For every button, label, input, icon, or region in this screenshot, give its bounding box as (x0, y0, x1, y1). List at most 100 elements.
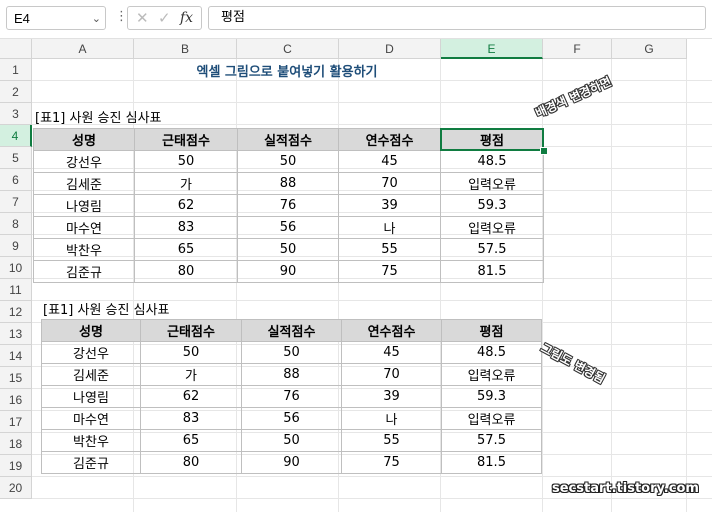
table2-cell[interactable]: 나영림 (41, 385, 141, 408)
row-header-13[interactable]: 13 (0, 323, 32, 345)
row-header-8[interactable]: 8 (0, 213, 32, 235)
table2-cell[interactable]: 45 (341, 341, 442, 364)
table2-header-cell[interactable]: 실적점수 (241, 319, 342, 342)
row-header-2[interactable]: 2 (0, 81, 32, 103)
row-header-7[interactable]: 7 (0, 191, 32, 213)
table2-cell[interactable]: 박찬우 (41, 429, 141, 452)
table2-header-cell[interactable]: 연수점수 (341, 319, 442, 342)
table1-cell[interactable]: 39 (338, 194, 441, 217)
table2-cell[interactable]: 88 (241, 363, 342, 386)
table2-cell[interactable]: 김준규 (41, 451, 141, 474)
check-icon[interactable]: ✓ (158, 9, 171, 27)
table1-header-cell[interactable]: 연수점수 (338, 128, 441, 151)
table1-cell[interactable]: 76 (237, 194, 339, 217)
table1-cell[interactable]: 50 (237, 150, 339, 173)
table2-cell[interactable]: 50 (241, 341, 342, 364)
table1-cell[interactable]: 입력오류 (440, 172, 544, 195)
table2-cell[interactable]: 39 (341, 385, 442, 408)
row-header-20[interactable]: 20 (0, 477, 32, 499)
row-header-1[interactable]: 1 (0, 59, 32, 81)
table1-header-cell[interactable]: 성명 (33, 128, 135, 151)
table2-cell[interactable]: 입력오류 (441, 407, 542, 430)
row-header-17[interactable]: 17 (0, 411, 32, 433)
active-cell-selection[interactable] (440, 128, 544, 151)
table2-cell[interactable]: 80 (140, 451, 242, 474)
table1-cell[interactable]: 가 (134, 172, 238, 195)
row-header-5[interactable]: 5 (0, 147, 32, 169)
row-header-3[interactable]: 3 (0, 103, 32, 125)
table2-header-cell[interactable]: 근태점수 (140, 319, 242, 342)
fill-handle[interactable] (540, 147, 548, 155)
table2-cell[interactable]: 50 (140, 341, 242, 364)
table1-cell[interactable]: 81.5 (440, 260, 544, 283)
table1-cell[interactable]: 65 (134, 238, 238, 261)
table2-cell[interactable]: 김세준 (41, 363, 141, 386)
table2-cell[interactable]: 56 (241, 407, 342, 430)
formula-input[interactable]: 평점 (208, 6, 706, 30)
table2-cell[interactable]: 강선우 (41, 341, 141, 364)
table1-cell[interactable]: 75 (338, 260, 441, 283)
row-header-14[interactable]: 14 (0, 345, 32, 367)
row-header-9[interactable]: 9 (0, 235, 32, 257)
table1-cell[interactable]: 50 (134, 150, 238, 173)
table1-cell[interactable]: 김세준 (33, 172, 135, 195)
table2-cell[interactable]: 가 (140, 363, 242, 386)
column-header-d[interactable]: D (339, 39, 441, 59)
table1-cell[interactable]: 55 (338, 238, 441, 261)
table1-cell[interactable]: 나 (338, 216, 441, 239)
x-icon[interactable]: ✕ (136, 9, 149, 27)
table2-cell[interactable]: 59.3 (441, 385, 542, 408)
table1-cell[interactable]: 57.5 (440, 238, 544, 261)
table1-cell[interactable]: 80 (134, 260, 238, 283)
table1-cell[interactable]: 48.5 (440, 150, 544, 173)
table2-cell[interactable]: 48.5 (441, 341, 542, 364)
table1-cell[interactable]: 나영림 (33, 194, 135, 217)
table1[interactable]: 성명 근태점수 실적점수 연수점수 평점 강선우 50 50 45 48.5 김세준 가 88 70 입력오… (33, 128, 544, 283)
table1-cell[interactable]: 마수연 (33, 216, 135, 239)
table2-cell[interactable]: 입력오류 (441, 363, 542, 386)
table2-cell[interactable]: 50 (241, 429, 342, 452)
chevron-down-icon[interactable]: ⌄ (92, 7, 101, 31)
table2-cell[interactable]: 83 (140, 407, 242, 430)
table1-cell[interactable]: 45 (338, 150, 441, 173)
table2-cell[interactable]: 70 (341, 363, 442, 386)
table2-cell[interactable]: 57.5 (441, 429, 542, 452)
spreadsheet-grid[interactable]: ABCDEFG 1 2 3 4 5 6 7 8 9 10 11 12 13 14 15 16 17 18 19 20 … (0, 39, 712, 512)
row-header-19[interactable]: 19 (0, 455, 32, 477)
select-all-corner[interactable] (0, 39, 32, 59)
table2-cell[interactable]: 62 (140, 385, 242, 408)
table1-cell[interactable]: 56 (237, 216, 339, 239)
table1-cell[interactable]: 입력오류 (440, 216, 544, 239)
table2-header-cell[interactable]: 평점 (441, 319, 542, 342)
row-header-15[interactable]: 15 (0, 367, 32, 389)
pasted-picture-table[interactable]: 성명 근태점수 실적점수 연수점수 평점 강선우 50 50 45 48.5 김세준 가 88 70 입력오… (41, 319, 542, 474)
column-header-c[interactable]: C (237, 39, 339, 59)
name-box[interactable]: E4 ⌄ (6, 6, 106, 30)
table1-cell[interactable]: 90 (237, 260, 339, 283)
row-header-16[interactable]: 16 (0, 389, 32, 411)
table1-cell[interactable]: 83 (134, 216, 238, 239)
table2-header-cell[interactable]: 성명 (41, 319, 141, 342)
table1-cell[interactable]: 70 (338, 172, 441, 195)
column-header-a[interactable]: A (32, 39, 134, 59)
table2-cell[interactable]: 마수연 (41, 407, 141, 430)
table2-cell[interactable]: 65 (140, 429, 242, 452)
row-header-6[interactable]: 6 (0, 169, 32, 191)
table2-cell[interactable]: 81.5 (441, 451, 542, 474)
table2-cell[interactable]: 55 (341, 429, 442, 452)
row-header-12[interactable]: 12 (0, 301, 32, 323)
row-header-18[interactable]: 18 (0, 433, 32, 455)
table2-cell[interactable]: 나 (341, 407, 442, 430)
table1-cell[interactable]: 강선우 (33, 150, 135, 173)
insert-function-icon[interactable]: fx (180, 10, 193, 26)
column-header-b[interactable]: B (134, 39, 237, 59)
row-header-4[interactable]: 4 (0, 125, 32, 147)
table2-cell[interactable]: 90 (241, 451, 342, 474)
column-header-g[interactable]: G (612, 39, 687, 59)
table1-cell[interactable]: 박찬우 (33, 238, 135, 261)
table1-cell[interactable]: 62 (134, 194, 238, 217)
column-header-e[interactable]: E (441, 39, 543, 59)
table1-cell[interactable]: 김준규 (33, 260, 135, 283)
table2-cell[interactable]: 75 (341, 451, 442, 474)
table1-header-cell[interactable]: 근태점수 (134, 128, 238, 151)
